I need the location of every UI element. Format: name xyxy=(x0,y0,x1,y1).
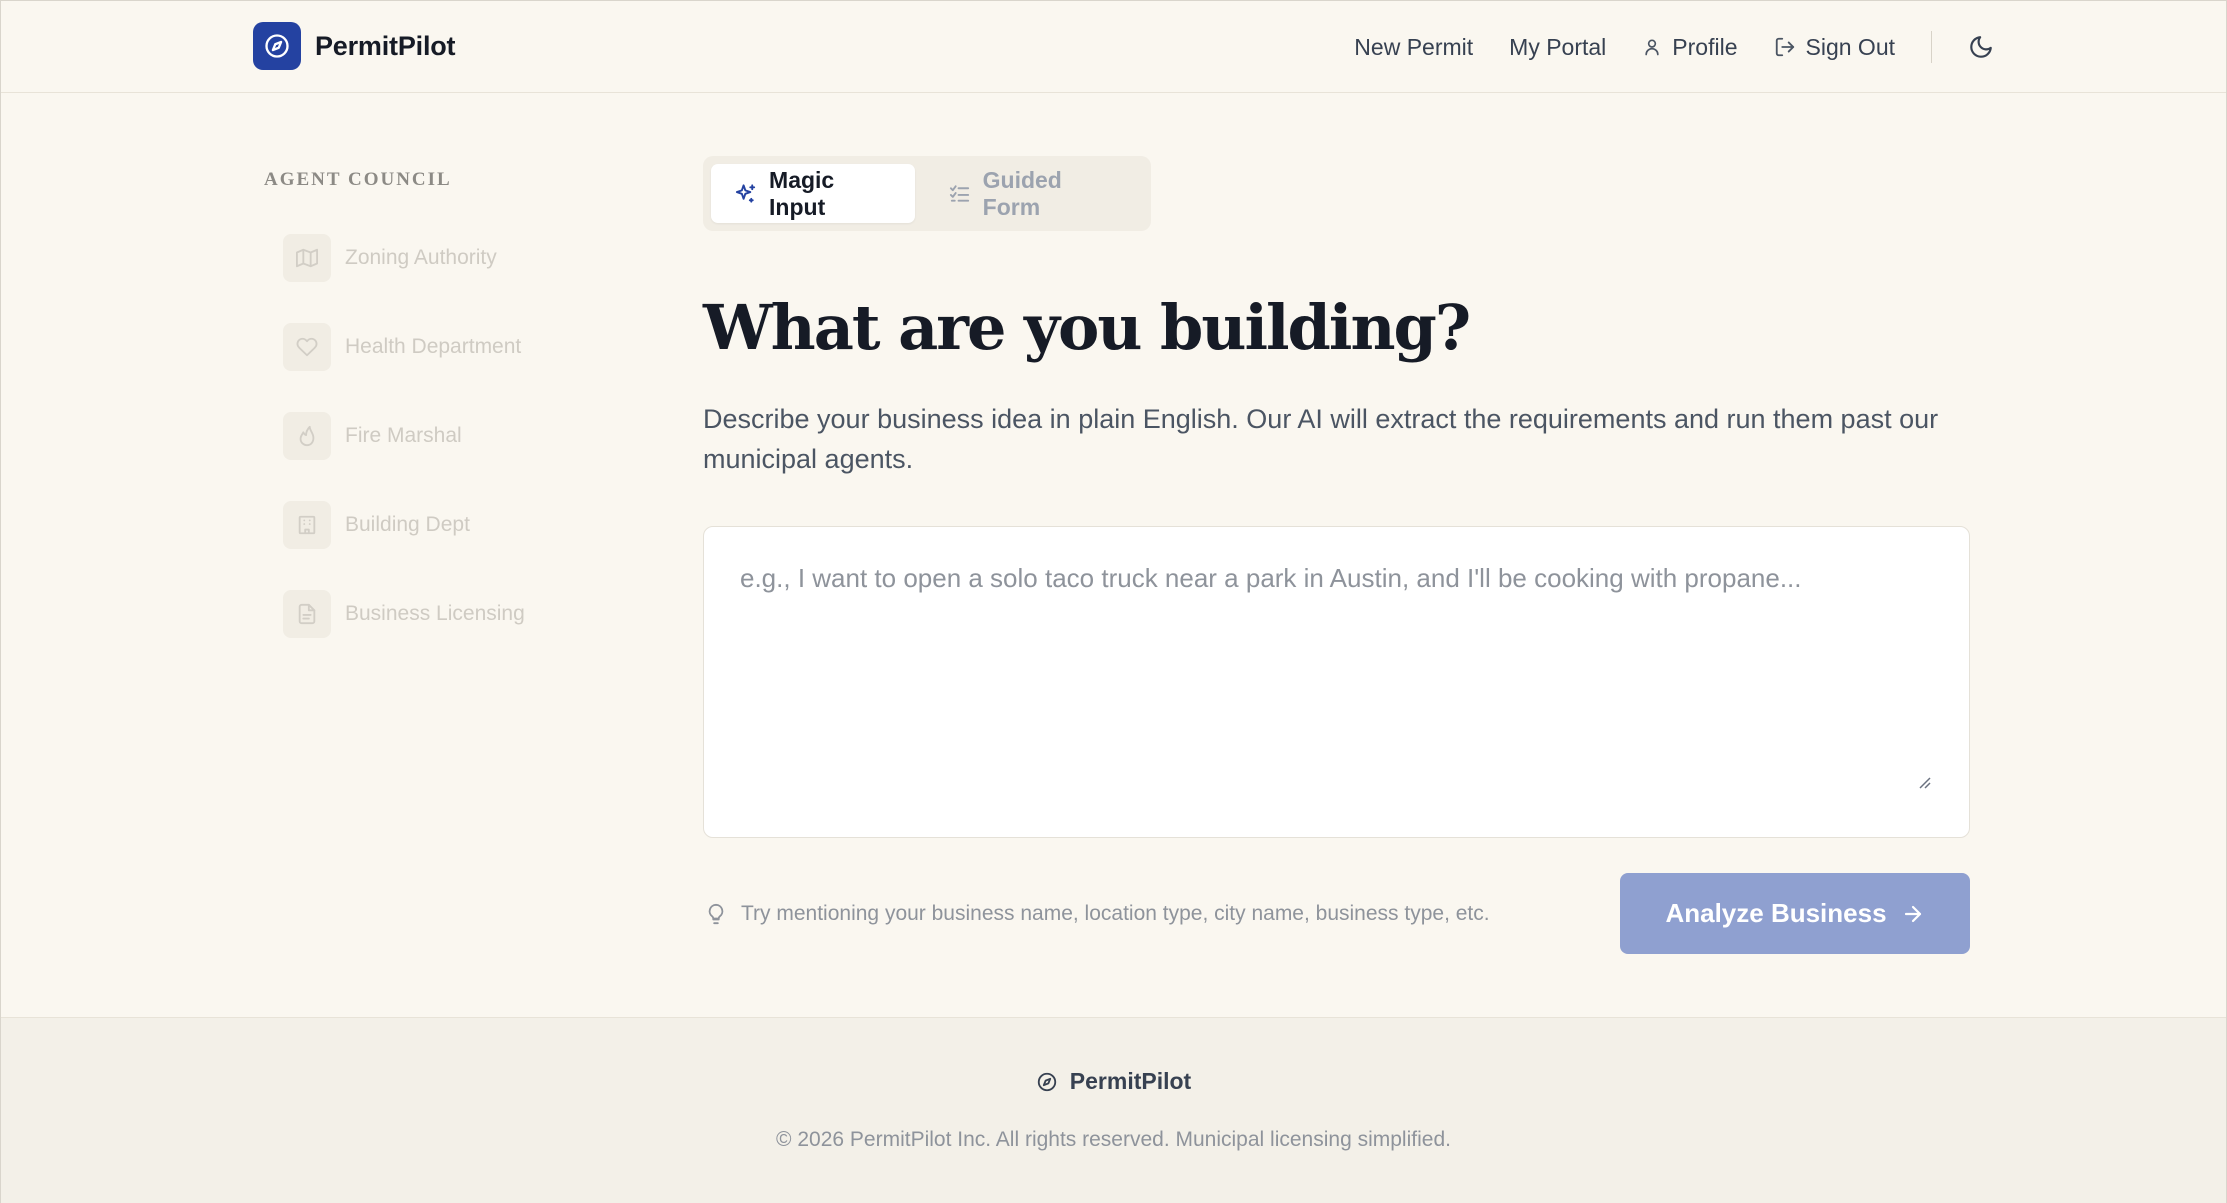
sidebar-item-label: Building Dept xyxy=(345,513,470,536)
sidebar-item-label: Zoning Authority xyxy=(345,246,497,269)
resize-handle-icon[interactable] xyxy=(1917,775,1931,789)
sign-out-icon xyxy=(1775,37,1794,57)
document-icon xyxy=(283,590,331,638)
flame-icon xyxy=(283,412,331,460)
nav-my-portal-label: My Portal xyxy=(1509,33,1607,60)
nav-my-portal[interactable]: My Portal xyxy=(1509,34,1606,61)
sparkles-icon xyxy=(735,183,756,203)
lightbulb-icon xyxy=(708,903,724,925)
sidebar-item-business-licensing: Business Licensing xyxy=(283,590,525,638)
main-nav: New Permit My Portal Profile Sign Out xyxy=(1354,27,1994,67)
business-description-box xyxy=(703,526,1970,838)
nav-new-permit[interactable]: New Permit xyxy=(1354,34,1473,61)
nav-profile[interactable]: Profile xyxy=(1642,33,1738,61)
tab-guided-form-label: Guided Form xyxy=(982,166,1062,220)
sidebar-item-zoning-authority: Zoning Authority xyxy=(283,234,525,282)
moon-icon xyxy=(1970,36,1992,58)
sidebar-item-building-dept: Building Dept xyxy=(283,501,525,549)
analyze-business-button[interactable]: Analyze Business xyxy=(1620,873,1970,954)
analyze-business-label: Analyze Business xyxy=(1665,898,1887,928)
compass-icon xyxy=(1037,1072,1056,1091)
page-title: What are you building? xyxy=(703,291,1471,364)
tab-magic-input-label: Magic Input xyxy=(769,166,835,220)
app-window: PermitPilot New Permit My Portal Profile xyxy=(0,0,2227,1203)
agent-council-list: Zoning Authority Health Department Fire … xyxy=(283,234,525,679)
brand[interactable]: PermitPilot xyxy=(253,22,456,70)
input-hint-text: Try mentioning your business name, locat… xyxy=(741,902,1490,925)
nav-sign-out-label: Sign Out xyxy=(1805,33,1896,60)
brand-name: PermitPilot xyxy=(315,30,456,61)
page-footer: PermitPilot © 2026 PermitPilot Inc. All … xyxy=(1,1017,2226,1203)
compass-icon xyxy=(253,22,301,70)
user-icon xyxy=(1645,39,1659,56)
sidebar-item-label: Health Department xyxy=(345,335,522,358)
page-description: Describe your business idea in plain Eng… xyxy=(703,404,1939,474)
nav-profile-label: Profile xyxy=(1672,33,1738,60)
map-icon xyxy=(283,234,331,282)
top-header: PermitPilot New Permit My Portal Profile xyxy=(1,1,2226,93)
tab-guided-form[interactable]: Guided Form xyxy=(925,164,1143,223)
sidebar-item-health-department: Health Department xyxy=(283,323,525,371)
tab-magic-input[interactable]: Magic Input xyxy=(711,164,915,223)
input-hint: Try mentioning your business name, locat… xyxy=(705,899,1490,929)
building-icon xyxy=(283,501,331,549)
theme-toggle-button[interactable] xyxy=(1968,34,1994,60)
sidebar-item-label: Business Licensing xyxy=(345,602,525,625)
footer-brand[interactable]: PermitPilot xyxy=(1,1068,2226,1095)
arrow-right-icon xyxy=(1904,905,1921,922)
nav-new-permit-label: New Permit xyxy=(1354,33,1474,60)
sidebar-title: AGENT COUNCIL xyxy=(264,169,452,190)
sidebar-item-label: Fire Marshal xyxy=(345,424,462,447)
business-description-input[interactable] xyxy=(704,527,1969,837)
nav-divider xyxy=(1931,31,1932,63)
footer-brand-name: PermitPilot xyxy=(1069,1068,1192,1094)
input-mode-tabs: Magic Input Guided Form xyxy=(703,156,1151,231)
sidebar-item-fire-marshal: Fire Marshal xyxy=(283,412,525,460)
nav-sign-out[interactable]: Sign Out xyxy=(1774,33,1896,61)
heart-icon xyxy=(283,323,331,371)
checklist-icon xyxy=(949,184,969,202)
footer-copyright: © 2026 PermitPilot Inc. All rights reser… xyxy=(776,1128,1451,1151)
